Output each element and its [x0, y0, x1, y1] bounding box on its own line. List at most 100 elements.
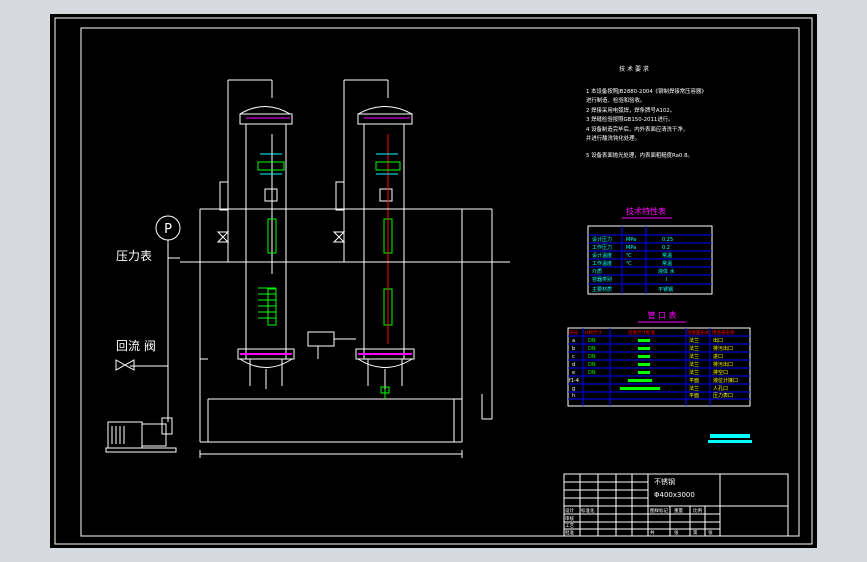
nozzle-cell: 法兰	[689, 345, 699, 352]
title-row: 标准化	[581, 507, 595, 514]
nozzle-cell: 平面	[689, 378, 699, 384]
nozzle-cell: f1-4	[569, 378, 579, 384]
tech-requirements-lines: 1 本设备按照JB2880-2004《钢制焊接常压容器》 进行制造、检验和验收。…	[586, 87, 707, 159]
nozzle-cell: h	[572, 393, 575, 399]
nozzle-cell: 液位计接口	[713, 377, 738, 384]
title-small: 共	[650, 529, 655, 536]
title-small: 第	[693, 529, 698, 536]
title-block-spec: Φ400x3000	[654, 491, 695, 499]
nozzle-cell: 法兰	[689, 337, 699, 344]
cyan-stamp	[708, 434, 752, 443]
spec-cell: 0.2	[662, 245, 670, 251]
nozzle-cell: 压力表口	[713, 392, 733, 399]
title-small: 张	[708, 529, 713, 536]
nozzle-table: 符号 公称尺寸 连接尺寸标准 连接面形式 用途或名称 a b c d e f1-…	[567, 327, 751, 407]
tech-line-4: 3 焊缝检验按照GB150-2011进行。	[586, 115, 674, 123]
nozzle-header: 符号	[569, 329, 578, 336]
nozzle-header: 连接尺寸标准	[628, 329, 655, 336]
nozzle-cell: 平面	[689, 393, 699, 399]
nozzle-cell: 排污出口	[713, 361, 733, 368]
nozzle-cell: b	[572, 346, 575, 352]
nozzle-cell: 法兰	[689, 361, 699, 368]
nozzle-header: 连接面形式	[687, 329, 710, 336]
left-tank-level-marks	[258, 287, 276, 319]
nozzle-cell: 人孔口	[713, 385, 728, 392]
nozzle-cell: DN	[588, 370, 596, 376]
nozzle-cell: DN	[588, 346, 596, 352]
spec-table-title: 技术特性表	[626, 206, 666, 216]
title-small: 重量	[674, 507, 683, 514]
right-filter-tank	[335, 79, 415, 389]
left-valve	[216, 231, 230, 243]
nozzle-cell: g	[572, 386, 575, 392]
pump-motor	[105, 417, 177, 453]
middle-fitting	[307, 331, 356, 359]
nozzle-cell: d	[572, 362, 575, 368]
spec-cell: ℃	[626, 261, 632, 267]
left-tank-inlet	[257, 153, 285, 175]
nozzle-cell: DN	[588, 354, 596, 360]
spec-cell: 主要材质	[592, 286, 612, 293]
return-valve-label: 回流 阀	[116, 339, 156, 353]
nozzle-cell: c	[572, 354, 575, 360]
title-small: 图样标记	[650, 507, 668, 514]
return-valve-symbol	[115, 359, 135, 371]
spec-cell: MPa	[626, 237, 636, 243]
tech-line-1: 1 本设备按照JB2880-2004《钢制焊接常压容器》	[586, 87, 707, 95]
spec-cell: 液体 水	[658, 268, 675, 275]
spec-cell: 设计压力	[592, 236, 612, 243]
spec-cell: 常温	[662, 252, 672, 259]
spec-cell: MPa	[626, 245, 636, 251]
spec-cell: 不锈钢	[658, 286, 673, 293]
tech-requirements-title: 技 术 要 求	[619, 65, 649, 73]
nozzle-cell: DN	[588, 338, 596, 344]
nozzle-cell: 法兰	[689, 369, 699, 376]
nozzle-cell: 法兰	[689, 353, 699, 360]
spec-cell: 设计温度	[592, 252, 612, 259]
pressure-gauge-symbol: P	[164, 222, 172, 237]
tech-line-6: 并进行酸洗钝化处理。	[586, 134, 640, 142]
nozzle-cell: 排污出口	[713, 345, 733, 352]
nozzle-cell: a	[572, 338, 575, 344]
nozzle-table-title: 管 口 表	[647, 310, 676, 320]
right-valve	[332, 231, 346, 243]
tech-line-3: 2 焊接采用电弧焊，焊条牌号A102。	[586, 106, 675, 114]
piping	[130, 208, 510, 458]
left-filter-tank	[219, 79, 295, 389]
nozzle-cell: 法兰	[689, 385, 699, 392]
spec-cell: ℃	[626, 253, 632, 259]
nozzle-cell: 出口	[713, 337, 723, 344]
title-small: 比例	[693, 507, 702, 514]
nozzle-cell: e	[572, 370, 575, 376]
nozzle-cell: 进口	[713, 353, 723, 360]
outer-frame	[54, 17, 813, 545]
title-block	[563, 473, 789, 537]
spec-table: 设计压力 MPa 0.25 工作压力 MPa 0.2 设计温度 ℃ 常温 工作温…	[587, 225, 713, 295]
spec-cell: I	[666, 277, 667, 283]
title-row: 设计	[565, 507, 574, 514]
cad-drawing-canvas: P 压力表 回流 阀 技 术 要 求 1 本设备按照JB2880-2004《钢制…	[50, 14, 817, 548]
nozzle-cell: 排空口	[713, 369, 728, 376]
nozzle-header: 用途或名称	[712, 329, 735, 336]
nozzle-standard-marks	[620, 339, 660, 390]
spec-cell: 工作温度	[592, 260, 612, 267]
nozzle-cell: DN	[588, 362, 596, 368]
pressure-gauge: P	[155, 215, 181, 258]
nozzle-header: 公称尺寸	[584, 329, 602, 336]
spec-cell: 容器类别	[592, 276, 612, 283]
title-block-name: 不锈钢	[654, 477, 675, 486]
cad-drawing: P 压力表 回流 阀 技 术 要 求 1 本设备按照JB2880-2004《钢制…	[54, 17, 813, 545]
tech-line-2: 进行制造、检验和验收。	[586, 96, 645, 104]
inner-frame	[80, 27, 800, 537]
spec-cell: 0.25	[662, 237, 673, 243]
title-row: 批准	[565, 529, 574, 536]
title-row: 工艺	[565, 523, 574, 529]
spec-cell: 介质	[592, 268, 602, 275]
tech-line-7: 5 设备表面抛光处理，内表面粗糙度Ra0.8。	[586, 151, 693, 159]
title-small: 张	[674, 529, 679, 536]
tech-line-5: 4 设备制造完毕后，内外表面应清洗干净，	[586, 125, 688, 133]
title-row: 审核	[565, 515, 574, 522]
pressure-gauge-label: 压力表	[116, 249, 152, 263]
spec-cell: 工作压力	[592, 244, 612, 251]
spec-cell: 常温	[662, 260, 672, 267]
